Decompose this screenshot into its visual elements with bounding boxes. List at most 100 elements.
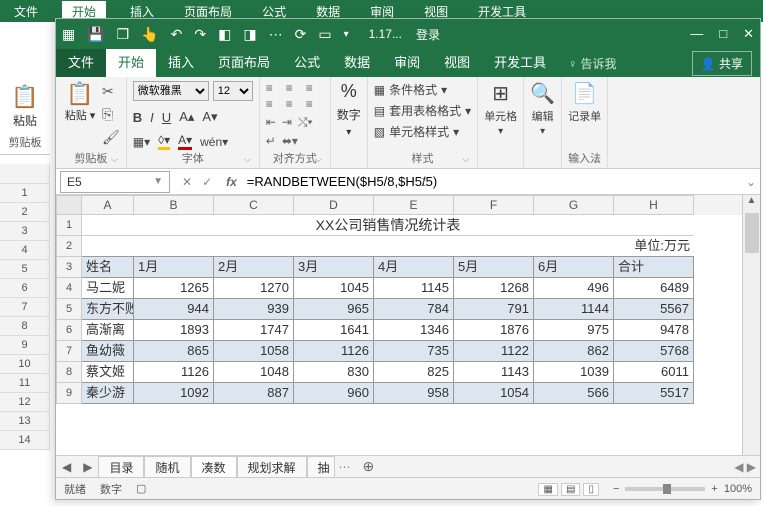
italic-button[interactable]: I [150,110,154,125]
row-header[interactable]: 7 [56,341,82,362]
format-painter-icon[interactable]: 🖌 [102,129,120,146]
row-header[interactable]: 3 [56,257,82,278]
data-cell[interactable]: 1092 [134,383,214,404]
col-header-C[interactable]: C [214,195,294,215]
row-header[interactable]: 1 [56,215,82,236]
name-box[interactable]: E5▼ [60,171,170,193]
data-cell[interactable]: 825 [374,362,454,383]
qat-more5-icon[interactable]: ▭ [318,26,331,43]
copy-icon[interactable]: ⎘ [102,106,120,123]
data-cell[interactable]: 6011 [614,362,694,383]
data-cell[interactable]: 958 [374,383,454,404]
phonetic-button[interactable]: wén▾ [200,135,228,149]
row-header[interactable]: 4 [56,278,82,299]
border-button[interactable]: ▦▾ [133,135,150,149]
data-cell[interactable]: 1268 [454,278,534,299]
qat-more4-icon[interactable]: ⟳ [295,26,307,43]
row-header[interactable]: 9 [56,383,82,404]
vertical-scrollbar[interactable]: ▲ [742,195,760,455]
tab-view[interactable]: 视图 [432,49,482,77]
tab-dev[interactable]: 开发工具 [482,49,558,77]
col-header-B[interactable]: B [134,195,214,215]
bold-button[interactable]: B [133,110,142,125]
align-right-icon[interactable]: ≡ [306,97,324,111]
tab-file[interactable]: 文件 [56,49,106,77]
name-cell[interactable]: 高渐离 [82,320,134,341]
accept-formula-icon[interactable]: ✓ [202,175,212,189]
data-cell[interactable]: 1039 [534,362,614,383]
underline-button[interactable]: U [162,110,171,125]
header-cell[interactable]: 5月 [454,257,534,278]
record-icon[interactable]: 📄 [572,81,597,106]
maximize-icon[interactable]: □ [719,26,727,42]
sheet-nav-prev-icon[interactable]: ◀ [56,460,77,474]
qat-redo-icon[interactable]: ↷ [194,26,206,43]
col-header-H[interactable]: H [614,195,694,215]
data-cell[interactable]: 6489 [614,278,694,299]
page-layout-view-icon[interactable]: ▤ [561,483,580,496]
data-cell[interactable]: 1265 [134,278,214,299]
data-cell[interactable]: 784 [374,299,454,320]
data-cell[interactable]: 975 [534,320,614,341]
select-all-corner[interactable] [56,195,82,215]
header-cell[interactable]: 姓名 [82,257,134,278]
hscroll-right-icon[interactable]: ▶ [747,460,756,474]
close-icon[interactable]: ✕ [743,26,754,42]
fill-color-button[interactable]: ◊▾ [158,133,170,150]
add-sheet-icon[interactable]: ⊕ [355,458,383,475]
qat-newwin-icon[interactable]: ❐ [117,26,130,43]
minimize-icon[interactable]: — [690,26,703,42]
align-left-icon[interactable]: ≡ [266,97,284,111]
row-header[interactable]: 5 [56,299,82,320]
data-cell[interactable]: 496 [534,278,614,299]
align-center-icon[interactable]: ≡ [286,97,304,111]
merge-icon[interactable]: ⬌▾ [282,134,298,148]
name-cell[interactable]: 鱼幼薇 [82,341,134,362]
sheet-tab[interactable]: 目录 [98,456,144,478]
row-header[interactable]: 2 [56,236,82,257]
tab-data[interactable]: 数据 [332,49,382,77]
data-cell[interactable]: 865 [134,341,214,362]
header-cell[interactable]: 合计 [614,257,694,278]
normal-view-icon[interactable]: ▦ [538,483,557,496]
qat-undo-icon[interactable]: ↶ [171,26,183,43]
data-cell[interactable]: 5768 [614,341,694,362]
data-cell[interactable]: 566 [534,383,614,404]
edit-icon[interactable]: 🔍 [530,81,555,106]
scroll-thumb[interactable] [745,213,759,253]
blank-cell[interactable] [82,236,614,257]
data-cell[interactable]: 1054 [454,383,534,404]
zoom-slider[interactable] [625,487,705,491]
font-size-select[interactable]: 12 [213,81,253,101]
align-bot-icon[interactable]: ≡ [306,81,324,95]
font-family-select[interactable]: 微软雅黑 [133,81,209,101]
sheet-nav-next-icon[interactable]: ▶ [77,460,98,474]
data-cell[interactable]: 1126 [294,341,374,362]
number-dropdown-icon[interactable]: ▾ [346,127,351,138]
tab-formula[interactable]: 公式 [282,49,332,77]
status-record-icon[interactable]: ▢ [136,482,146,495]
formula-input[interactable] [243,171,742,193]
cells-icon[interactable]: ⊞ [492,81,509,106]
conditional-format-button[interactable]: ▦条件格式 ▾ [374,81,447,98]
data-cell[interactable]: 965 [294,299,374,320]
align-top-icon[interactable]: ≡ [266,81,284,95]
percent-icon[interactable]: % [341,81,357,102]
data-cell[interactable]: 9478 [614,320,694,341]
data-cell[interactable]: 1143 [454,362,534,383]
wrap-icon[interactable]: ↵ [266,134,276,148]
data-cell[interactable]: 1641 [294,320,374,341]
data-cell[interactable]: 1058 [214,341,294,362]
data-cell[interactable]: 960 [294,383,374,404]
cancel-formula-icon[interactable]: ✕ [182,175,192,189]
data-cell[interactable]: 1893 [134,320,214,341]
data-cell[interactable]: 1122 [454,341,534,362]
data-cell[interactable]: 735 [374,341,454,362]
shrink-font-icon[interactable]: A▾ [202,109,217,125]
data-cell[interactable]: 944 [134,299,214,320]
zoom-in-icon[interactable]: + [711,483,717,495]
data-cell[interactable]: 1346 [374,320,454,341]
header-cell[interactable]: 3月 [294,257,374,278]
table-format-button[interactable]: ▤套用表格格式 ▾ [374,102,471,119]
tab-layout[interactable]: 页面布局 [206,49,282,77]
